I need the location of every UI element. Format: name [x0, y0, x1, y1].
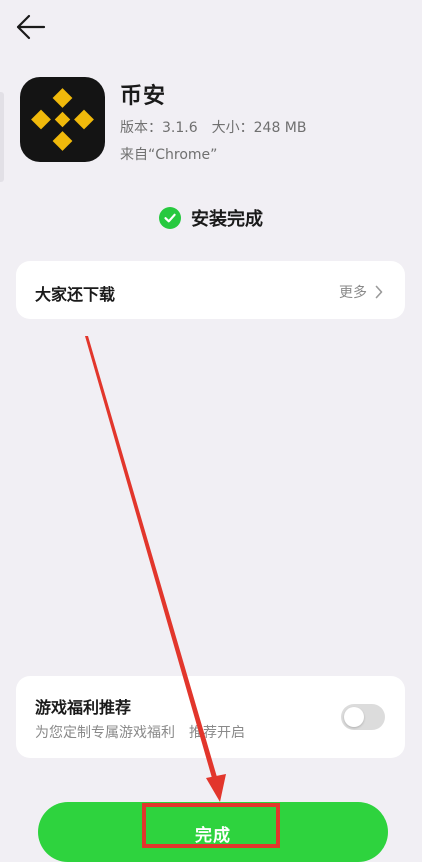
app-name: 币安: [120, 84, 167, 109]
app-source: 来自“Chrome”: [120, 147, 218, 163]
app-meta: 版本：3.1.6 大小：248 MB: [120, 117, 306, 137]
back-button[interactable]: [14, 12, 48, 42]
annotation-highlight-box: [142, 803, 280, 848]
toggle-knob: [344, 707, 364, 727]
game-benefits-subtitle-part1: 为您定制专属游戏福利: [35, 725, 175, 741]
check-circle-icon: [159, 207, 181, 229]
more-label: 更多: [339, 285, 367, 301]
chevron-right-icon: [375, 285, 383, 299]
game-benefits-card: 游戏福利推荐 为您定制专属游戏福利 推荐开启: [16, 676, 405, 758]
back-arrow-icon: [16, 14, 46, 40]
version-value: 3.1.6: [162, 120, 198, 136]
also-downloaded-card: 大家还下载 更多: [16, 261, 405, 319]
size-value: 248 MB: [253, 120, 307, 136]
also-downloaded-title: 大家还下载: [35, 285, 116, 304]
game-benefits-subtitle: 为您定制专属游戏福利 推荐开启: [35, 722, 245, 742]
version-label: 版本：: [120, 120, 162, 136]
install-status: 安装完成: [0, 205, 422, 231]
game-benefits-toggle[interactable]: [341, 704, 385, 730]
edge-handle: [0, 92, 4, 182]
install-status-text: 安装完成: [191, 209, 263, 230]
binance-logo-icon: [31, 88, 94, 151]
more-link[interactable]: 更多: [339, 282, 383, 302]
app-icon: [20, 77, 105, 162]
game-benefits-title: 游戏福利推荐: [35, 698, 132, 717]
size-label: 大小：: [211, 120, 254, 136]
game-benefits-subtitle-part2: 推荐开启: [189, 725, 245, 741]
